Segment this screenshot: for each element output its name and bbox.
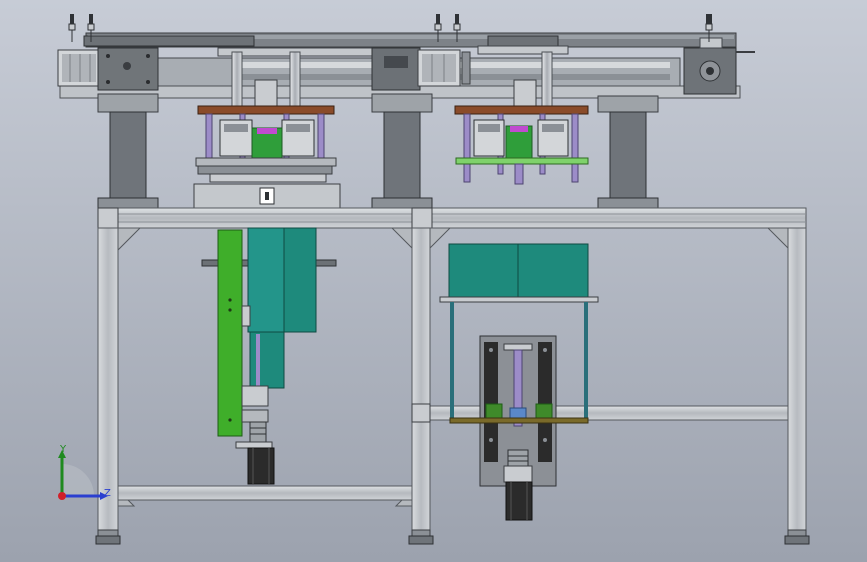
triad-y-label: Y [59,444,67,455]
cad-viewport[interactable]: Y Z [0,0,867,562]
left-servo-motor [57,49,101,87]
machine-assembly-drawing: Y Z [0,0,867,562]
left-gearbox [97,47,159,91]
triad-z-label: Z [104,488,111,499]
